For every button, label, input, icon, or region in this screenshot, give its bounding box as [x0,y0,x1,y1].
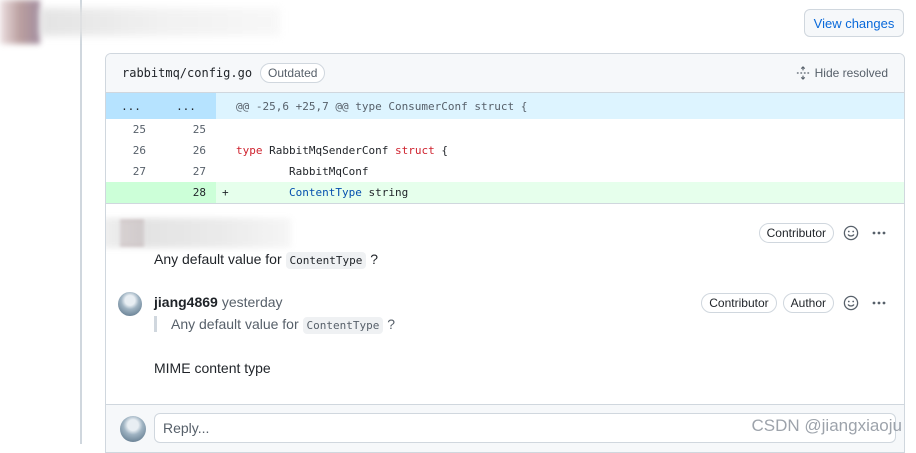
blurred-author [106,218,291,248]
timeline-line [80,0,82,444]
diff-line-added: 28 + ContentType string [106,182,904,203]
timestamp[interactable]: yesterday [222,294,283,310]
inline-code: ContentType [285,252,367,269]
diff-line: 27 27 RabbitMqConf [106,161,904,182]
keyword: struct [394,144,435,157]
contributor-badge: Contributor [758,223,834,243]
comment-body: MIME content type [154,360,271,376]
kebab-horizontal-icon[interactable] [868,292,890,314]
new-line-number[interactable]: 26 [156,140,216,161]
diff-line: 26 26 type RabbitMqSenderConf struct { [106,140,904,161]
hunk-expand-left[interactable]: ... [106,93,156,119]
new-line-number[interactable]: 25 [156,119,216,140]
smiley-icon[interactable] [840,292,862,314]
quoted-reply: Any default value for ContentType ? [154,316,395,334]
blurred-name-top [40,8,280,36]
view-changes-button[interactable]: View changes [804,9,904,37]
diff-table: ... ... @@ -25,6 +25,7 @@ type ConsumerC… [106,93,904,203]
old-line-number[interactable] [106,182,156,203]
file-path[interactable]: rabbitmq/config.go [122,66,252,80]
added-sign: + [216,182,236,203]
hunk-header: @@ -25,6 +25,7 @@ type ConsumerConf stru… [236,93,904,119]
author-name[interactable]: jiang4869 [154,294,218,310]
kebab-horizontal-icon[interactable] [868,222,890,244]
file-header: rabbitmq/config.go Outdated Hide resolve… [106,54,904,93]
diff-line: 25 25 [106,119,904,140]
avatar [120,416,146,442]
keyword: type [236,144,263,157]
comment-header: jiang4869 yesterday [154,294,283,312]
review-thread: rabbitmq/config.go Outdated Hide resolve… [105,53,905,453]
code-line: type RabbitMqSenderConf struct { [236,144,448,157]
comment-body: Any default value for ContentType ? [154,251,379,269]
outdated-badge: Outdated [260,63,326,83]
contributor-badge: Contributor [701,293,777,313]
inline-code: ContentType [302,317,384,334]
old-line-number[interactable]: 25 [106,119,156,140]
avatar[interactable] [118,292,142,316]
comments: Contributor Any default value for Conten… [106,203,904,404]
new-line-number[interactable]: 28 [156,182,216,203]
comment: Contributor Any default value for Conten… [106,204,904,286]
blurred-avatar-top [0,0,40,44]
watermark: CSDN @jiangxiaoju [751,416,903,435]
diff-hunk-row: ... ... @@ -25,6 +25,7 @@ type ConsumerC… [106,93,904,119]
code-line: RabbitMqConf [288,165,369,178]
hide-resolved-button[interactable]: Hide resolved [796,66,888,80]
old-line-number[interactable]: 27 [106,161,156,182]
hunk-expand-right[interactable]: ... [156,93,216,119]
smiley-icon[interactable] [840,222,862,244]
comment-actions: Contributor [758,222,890,244]
code-line [236,119,904,140]
old-line-number[interactable]: 26 [106,140,156,161]
comment: jiang4869 yesterday Contributor Author An… [106,286,904,404]
hide-resolved-label: Hide resolved [814,66,888,80]
code-line: ContentType string [236,182,904,203]
new-line-number[interactable]: 27 [156,161,216,182]
author-badge: Author [782,293,834,313]
field-name: ContentType [288,186,362,199]
comment-actions: Contributor Author [701,292,890,314]
identifier: RabbitMqSenderConf [262,144,395,157]
unfold-icon [796,66,809,80]
